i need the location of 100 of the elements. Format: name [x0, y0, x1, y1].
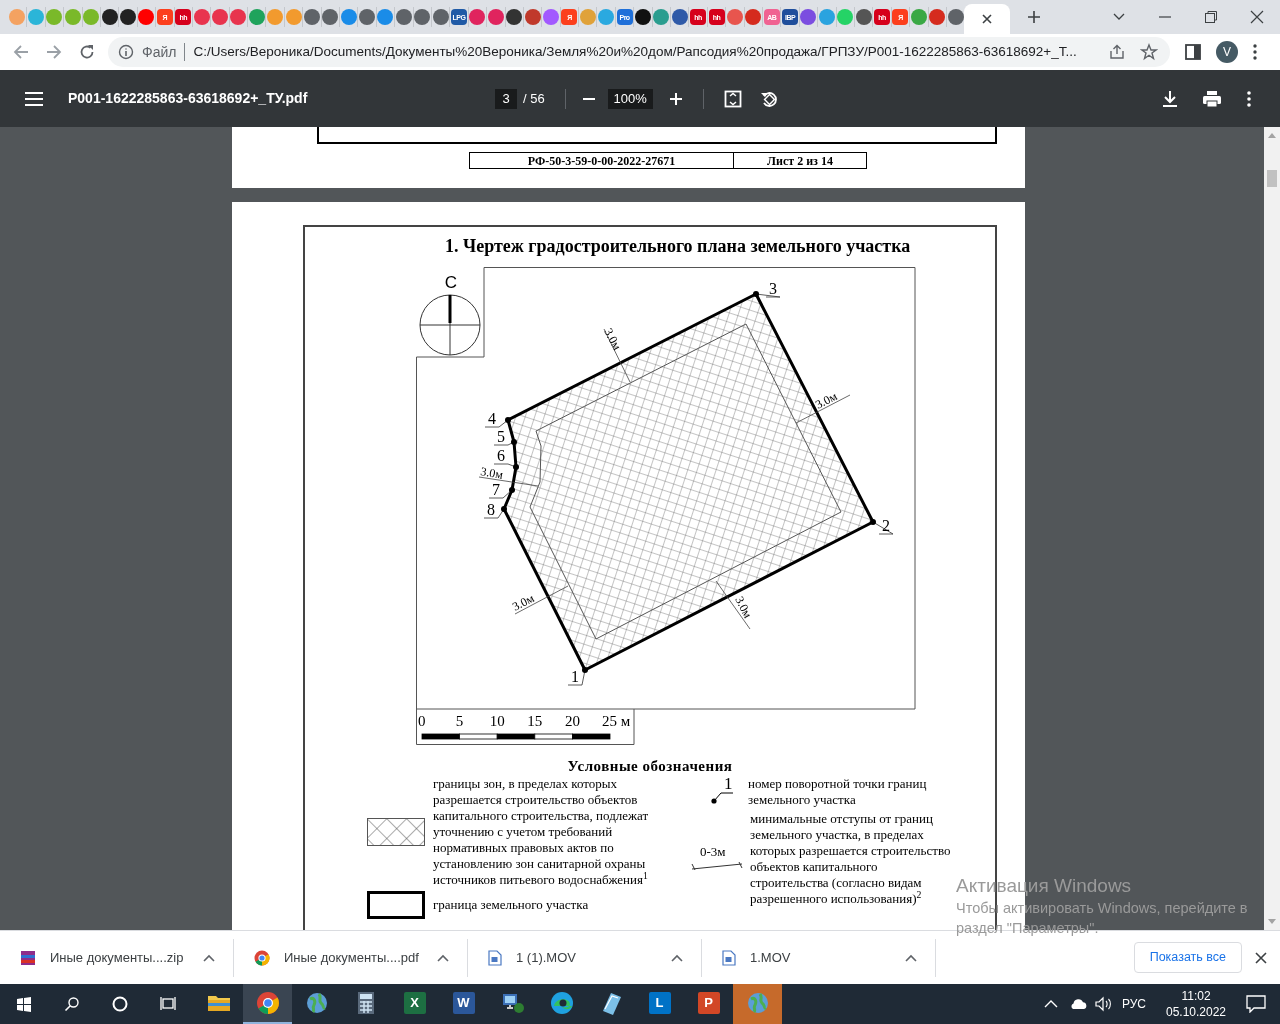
folder-icon	[206, 993, 231, 1013]
scale-label: 25 м	[602, 713, 631, 729]
download-item[interactable]: 1.MOV	[702, 938, 936, 977]
scale-label: 15	[527, 713, 543, 729]
more-options-icon[interactable]	[1246, 89, 1252, 108]
caret-up-icon[interactable]	[905, 953, 917, 962]
rotate-icon[interactable]	[759, 89, 778, 108]
point-number: 5	[497, 428, 505, 445]
stamp-cell: РФ-50-3-59-0-00-2022-27671	[470, 153, 734, 168]
point-number: 1	[571, 668, 579, 685]
new-tab-icon[interactable]	[1027, 10, 1041, 24]
taskbar-button[interactable]: P	[684, 984, 733, 1024]
print-icon[interactable]	[1202, 89, 1222, 108]
download-item[interactable]: 1 (1).MOV	[468, 938, 702, 977]
menu-icon[interactable]	[1252, 43, 1258, 61]
download-icon[interactable]	[1162, 89, 1178, 108]
leader-line	[603, 328, 631, 383]
restore-icon[interactable]	[1204, 10, 1218, 24]
address-bar[interactable]: Файл C:/Users/Вероника/Documents/Документы%20Вероника/Земля%20и%20дом/Рапсодия%20продажа/ГРПЗУ/P001-1622285863-63618692+_Т...	[108, 37, 1170, 67]
close-icon[interactable]	[981, 13, 993, 25]
taskbar-button[interactable]	[243, 984, 292, 1024]
show-all-button[interactable]: Показать все	[1133, 942, 1242, 973]
compass-drawing	[419, 294, 481, 356]
app-icon: P	[697, 992, 720, 1014]
file-name: 1.MOV	[750, 948, 791, 967]
point-number: 7	[492, 481, 500, 498]
notification-icon[interactable]	[1246, 995, 1266, 1013]
app-icon: W	[452, 992, 475, 1014]
file-icon	[722, 949, 736, 966]
pinned-tab-icon[interactable]	[506, 9, 523, 25]
menu-icon[interactable]	[25, 91, 43, 106]
point-number: 8	[487, 501, 495, 518]
url-text: C:/Users/Вероника/Documents/Документы%20Вероника/Земля%20и%20дом/Рапсодия%20продажа/ГРПЗУ/P001-1622285863-63618692+_Т...	[193, 42, 1077, 61]
dimension-line-icon	[691, 861, 743, 871]
taskbar-button[interactable]: X	[390, 984, 439, 1024]
close-icon[interactable]	[1250, 10, 1264, 24]
back-icon[interactable]	[12, 43, 30, 61]
taskbar-button[interactable]: W	[439, 984, 488, 1024]
setback-label: 3.0м	[601, 325, 625, 353]
leader-line	[795, 394, 851, 424]
boundary-point	[567, 667, 588, 686]
task-view-icon[interactable]	[160, 996, 176, 1012]
reload-icon[interactable]	[78, 43, 96, 61]
calculator-icon	[356, 991, 375, 1015]
windows-start-icon[interactable]	[16, 996, 32, 1012]
app-icon: L	[648, 992, 671, 1014]
globe-icon	[745, 991, 770, 1015]
point-number: 2	[882, 517, 890, 534]
circle-icon[interactable]	[112, 996, 128, 1012]
clock-date[interactable]: 05.10.2022	[1165, 1004, 1227, 1020]
legend-text: границы зон, в пределах которых разрешается строительство объектов капитального строительства, подлежат уточнению с учетом требований нормативных правовых актов по установлению зон санитарной охраны источников питьевого водоснабжения$^{1}$	[433, 776, 649, 888]
download-item[interactable]: Иные документы....zip	[0, 938, 234, 977]
zoom-in-icon[interactable]	[668, 91, 683, 106]
file-name: Иные документы....pdf	[284, 948, 419, 967]
language-indicator[interactable]: РУС	[1121, 995, 1146, 1013]
legend-text: минимальные отступы от границ земельного участка, в пределах которых разрешается строительство объектов капитального строительства (согласно видам разрешенного использования)$^{2}$	[750, 811, 951, 907]
caret-up-icon[interactable]	[203, 953, 215, 962]
globe-icon	[304, 991, 329, 1015]
scrollbar-thumb[interactable]	[1267, 170, 1277, 187]
info-icon[interactable]	[118, 44, 134, 60]
pinned-tab-icon[interactable]	[120, 9, 136, 25]
setback-value: 0-3м	[700, 845, 726, 859]
north-label: С	[444, 273, 458, 292]
search-icon[interactable]	[64, 996, 80, 1012]
hatch-swatch-icon	[367, 818, 425, 846]
forward-icon[interactable]	[45, 43, 63, 61]
star-icon[interactable]	[1140, 43, 1158, 61]
leader-line	[514, 585, 569, 615]
legend-text: граница земельного участка	[433, 897, 589, 913]
file-icon	[488, 949, 502, 966]
page-number-field[interactable]: 3	[495, 88, 517, 109]
point-number: 6	[497, 447, 505, 464]
speaker-icon[interactable]	[1093, 996, 1112, 1012]
stamp-cell-text: Лист 2 из 14	[766, 153, 834, 168]
page-count: / 56	[523, 89, 545, 108]
network-icon	[500, 992, 525, 1014]
share-icon[interactable]	[1108, 43, 1126, 61]
scale-label: 0	[418, 713, 426, 729]
close-icon[interactable]	[1255, 951, 1267, 964]
setback-label: 3.0м	[510, 590, 537, 614]
pinned-tab-icon[interactable]	[634, 9, 651, 25]
side-panel-icon[interactable]	[1184, 43, 1202, 61]
caret-up-icon[interactable]	[437, 953, 449, 962]
point-number: 4	[488, 410, 496, 427]
chevron-up-icon[interactable]	[1043, 999, 1058, 1009]
zoom-field[interactable]: 100%	[607, 88, 653, 109]
app-icon: X	[403, 992, 426, 1014]
profile-avatar[interactable]: V	[1216, 41, 1238, 63]
chrome-icon	[255, 991, 280, 1015]
chrome-icon	[254, 949, 270, 966]
scale-label: 20	[564, 713, 580, 729]
boundary-point	[870, 519, 894, 535]
boundary-swatch-icon	[367, 891, 425, 919]
clock-time[interactable]: 11:02	[1181, 988, 1211, 1004]
leader-line	[715, 580, 751, 630]
pinned-tab-icon[interactable]	[101, 9, 118, 25]
caret-up-icon[interactable]	[671, 953, 683, 962]
download-item[interactable]: Иные документы....pdf	[234, 938, 468, 977]
taskbar-button[interactable]: L	[635, 984, 684, 1024]
fit-page-icon[interactable]	[723, 89, 742, 108]
